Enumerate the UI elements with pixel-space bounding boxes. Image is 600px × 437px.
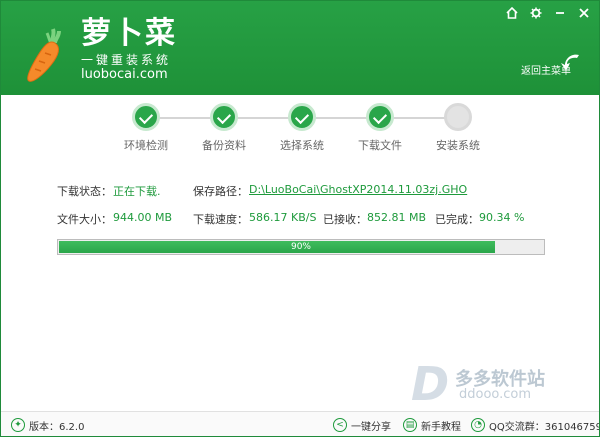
progress-text: 90% [290,242,311,252]
gear-icon[interactable] [527,7,545,23]
check-icon [366,103,394,131]
step-install: 安装系统 [423,103,493,153]
progress-steps: 环境检测 备份资料 选择系统 下载文件 安装系统 [111,103,491,153]
received-value: 852.81 MB [367,211,427,224]
share-label: 一键分享 [351,421,391,433]
version-info: ✦ 版本：6.2.0 [11,417,84,433]
download-progress-bar: 90% [57,239,545,255]
brand-slogan: 一键重装系统 [81,53,172,67]
check-icon [132,103,160,131]
step-select-system: 选择系统 [267,103,337,153]
watermark-url: ddooo.com [459,387,532,402]
tutorial-button[interactable]: ▤ 新手教程 [403,417,461,433]
step-label: 安装系统 [436,139,480,152]
back-to-main-menu-button[interactable]: 返回主菜单 [521,51,587,81]
close-button[interactable] [575,7,593,23]
step-label: 环境检测 [124,139,168,152]
step-env-check: 环境检测 [111,103,181,153]
path-label: 保存路径： [193,185,248,198]
check-icon [288,103,316,131]
minimize-button[interactable] [551,7,569,23]
watermark-logo-icon: D [411,357,450,411]
header-bar: 萝卜菜 一键重装系统 luobocai.com 返回主菜单 [1,1,599,95]
info-row-status: 下载状态： 正在下载. 保存路径： D:\LuoBoCai\GhostXP201… [57,183,557,199]
check-icon [210,103,238,131]
carrot-icon [27,28,61,82]
share-button[interactable]: < 一键分享 [333,417,391,433]
qq-icon: ◔ [471,418,485,432]
home-icon[interactable] [503,6,521,23]
qq-label: QQ交流群：361046759 [489,421,600,433]
share-icon: < [333,418,347,432]
speed-value: 586.17 KB/S [249,211,317,224]
step-label: 下载文件 [358,139,402,152]
tutorial-label: 新手教程 [421,421,461,433]
settings-circle-icon: ✦ [11,418,25,432]
watermark: D 多多软件站 ddooo.com [411,361,581,407]
done-value: 90.34 % [479,211,525,224]
save-path-link[interactable]: D:\LuoBoCai\GhostXP2014.11.03zj.GHO [249,183,467,196]
qq-group-link[interactable]: ◔ QQ交流群：361046759 [471,417,600,433]
speed-label: 下载速度： [193,213,248,226]
step-label: 备份资料 [202,139,246,152]
footer-bar: ✦ 版本：6.2.0 < 一键分享 ▤ 新手教程 ◔ QQ交流群：3610467… [1,411,600,436]
pending-dot-icon [444,103,472,131]
step-backup: 备份资料 [189,103,259,153]
back-label: 返回主菜单 [521,66,571,77]
done-label: 已完成： [435,213,479,226]
step-download: 下载文件 [345,103,415,153]
status-value: 正在下载. [113,185,161,198]
version-text: 版本：6.2.0 [29,421,85,433]
book-icon: ▤ [403,418,417,432]
brand-domain: luobocai.com [81,67,168,82]
window-controls [503,6,593,23]
received-label: 已接收： [323,213,367,226]
size-label: 文件大小： [57,213,112,226]
info-row-stats: 文件大小： 944.00 MB 下载速度： 586.17 KB/S 已接收： 8… [57,211,557,227]
brand-name: 萝卜菜 [81,16,177,51]
step-label: 选择系统 [280,139,324,152]
status-label: 下载状态： [57,185,112,198]
logo: 萝卜菜 一键重装系统 luobocai.com [25,15,195,85]
app-window: 萝卜菜 一键重装系统 luobocai.com 返回主菜单 环境检测 备份资料 … [0,0,600,437]
size-value: 944.00 MB [113,211,173,224]
